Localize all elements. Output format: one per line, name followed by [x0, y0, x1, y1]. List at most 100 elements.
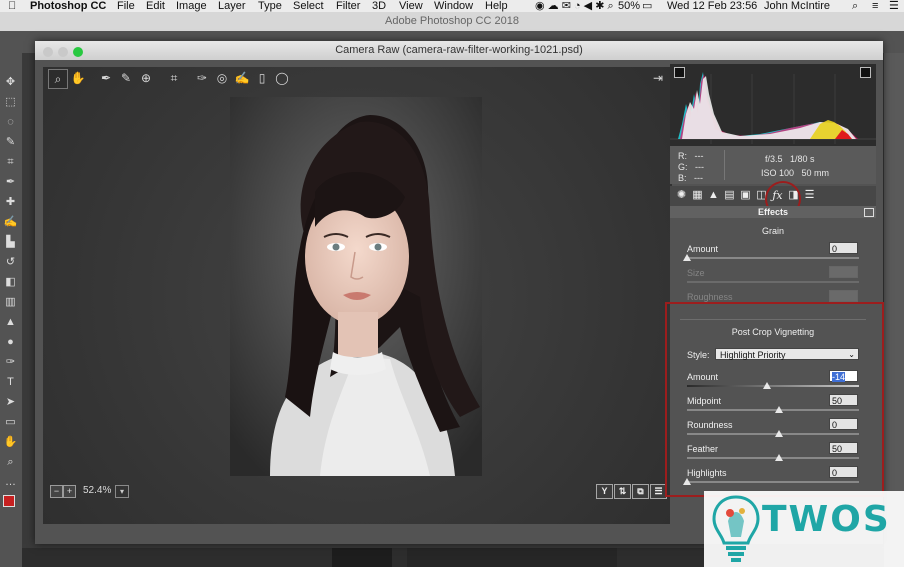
grain-size-field[interactable]: [829, 266, 858, 278]
type-tool-icon[interactable]: T: [3, 375, 18, 390]
menu-3d[interactable]: 3D: [372, 0, 386, 12]
grain-amount-thumb[interactable]: [683, 254, 691, 261]
macos-menubar:  Photoshop CC File Edit Image Layer Typ…: [0, 0, 904, 12]
white-balance-icon[interactable]: ✒: [97, 69, 115, 87]
shadow-clipping-toggle[interactable]: [674, 67, 685, 78]
iso: ISO 100: [761, 168, 795, 178]
quick-select-tool-icon[interactable]: ✎: [3, 135, 18, 150]
control-center-icon[interactable]: ≡: [872, 0, 878, 12]
portrait-photo: [230, 97, 482, 476]
hand-icon[interactable]: ✋: [69, 69, 87, 87]
r-label: R:: [678, 151, 687, 161]
clock[interactable]: Wed 12 Feb 23:56: [667, 0, 757, 12]
graduated-filter-icon[interactable]: ▯: [253, 69, 271, 87]
menu-help[interactable]: Help: [485, 0, 508, 12]
swap-settings-button[interactable]: ⇅: [614, 484, 631, 499]
red-eye-icon[interactable]: ◎: [213, 69, 231, 87]
menu-edit[interactable]: Edit: [146, 0, 165, 12]
minimize-button[interactable]: [58, 47, 68, 57]
zoom-tool-icon[interactable]: ⌕: [3, 455, 18, 470]
hand-tool-icon[interactable]: ✋: [3, 435, 18, 450]
grain-size-slider[interactable]: [687, 281, 859, 283]
stamp-tool-icon[interactable]: ▙: [3, 235, 18, 250]
marquee-tool-icon[interactable]: ⬚: [3, 95, 18, 110]
camera-raw-toolbar: ⌕ ✋ ✒ ✎ ⊕ ⌗ ✑ ◎ ✍ ▯ ◯ ⇥: [43, 66, 671, 90]
tab-basic-icon[interactable]: ✺: [675, 189, 688, 202]
menu-view[interactable]: View: [399, 0, 423, 12]
g-value: ---: [695, 162, 705, 172]
menu-filter[interactable]: Filter: [336, 0, 360, 12]
eyedropper-tool-icon[interactable]: ✒: [3, 175, 18, 190]
tab-presets-icon[interactable]: ☰: [803, 189, 816, 202]
pen-tool-icon[interactable]: ✑: [3, 355, 18, 370]
grain-amount-field[interactable]: 0: [829, 242, 858, 254]
shape-tool-icon[interactable]: ▭: [3, 415, 18, 430]
spot-removal-icon[interactable]: ✑: [193, 69, 211, 87]
preview-canvas[interactable]: [43, 67, 672, 524]
tab-detail-icon[interactable]: ▲: [707, 189, 720, 202]
search-icon[interactable]: ⌕: [852, 0, 858, 12]
adjustment-brush-icon[interactable]: ✍: [233, 69, 251, 87]
zoom-level: 52.4%: [83, 485, 112, 496]
zoom-dropdown[interactable]: ▾: [115, 485, 129, 498]
readout-separator: [724, 150, 725, 180]
lightbulb-logo-icon: [712, 495, 760, 562]
history-brush-tool-icon[interactable]: ↺: [3, 255, 18, 270]
zoom-button[interactable]: [73, 47, 83, 57]
rgb-readout: R: --- G: --- B: ---: [678, 151, 704, 184]
zoom-in-button[interactable]: +: [63, 485, 76, 498]
dodge-tool-icon[interactable]: ●: [3, 335, 18, 350]
grain-amount-slider[interactable]: [687, 257, 859, 259]
photoshop-title-bar: Adobe Photoshop CC 2018: [0, 12, 904, 31]
user-name[interactable]: John McIntire: [764, 0, 830, 12]
camera-info-2: ISO 100 50 mm: [761, 168, 829, 178]
color-sampler-icon[interactable]: ✎: [117, 69, 135, 87]
close-button[interactable]: [43, 47, 53, 57]
more-tools-icon[interactable]: …: [3, 475, 18, 490]
grain-section-title: Grain: [761, 226, 784, 236]
blur-tool-icon[interactable]: ▲: [3, 315, 18, 330]
histogram-graph: [670, 72, 876, 144]
menu-file[interactable]: File: [117, 0, 135, 12]
lasso-tool-icon[interactable]: ◌: [3, 115, 18, 130]
menu-image[interactable]: Image: [176, 0, 207, 12]
menu-select[interactable]: Select: [293, 0, 324, 12]
panel-menu-icon[interactable]: [864, 208, 874, 217]
move-tool-icon[interactable]: ✥: [3, 75, 18, 90]
r-value: ---: [694, 151, 704, 161]
photoshop-panel-dock: [884, 53, 904, 567]
tab-tone-curve-icon[interactable]: ▦: [691, 189, 704, 202]
copy-settings-button[interactable]: ⧉: [632, 484, 649, 499]
grain-roughness-field[interactable]: [829, 290, 858, 302]
menu-window[interactable]: Window: [434, 0, 473, 12]
battery-percent[interactable]: 50%: [618, 0, 640, 12]
highlight-clipping-toggle[interactable]: [860, 67, 871, 78]
targeted-adjust-icon[interactable]: ⊕: [137, 69, 155, 87]
open-preferences-icon[interactable]: ⇥: [649, 69, 667, 87]
path-select-tool-icon[interactable]: ➤: [3, 395, 18, 410]
tab-hsl-icon[interactable]: ▤: [723, 189, 736, 202]
apple-icon[interactable]: : [8, 0, 16, 12]
zoom-out-button[interactable]: −: [50, 485, 63, 498]
crop-icon[interactable]: ⌗: [165, 69, 183, 87]
app-menu[interactable]: Photoshop CC: [30, 0, 106, 12]
menu-type[interactable]: Type: [258, 0, 282, 12]
watermark-text: TWOS: [762, 499, 891, 540]
gradient-tool-icon[interactable]: ▥: [3, 295, 18, 310]
brush-tool-icon[interactable]: ✍: [3, 215, 18, 230]
radial-filter-icon[interactable]: ◯: [273, 69, 291, 87]
healing-tool-icon[interactable]: ✚: [3, 195, 18, 210]
crop-tool-icon[interactable]: ⌗: [3, 155, 18, 170]
camera-raw-title-bar: Camera Raw (camera-raw-filter-working-10…: [35, 41, 883, 60]
window-controls: [43, 45, 88, 64]
tab-split-toning-icon[interactable]: ▣: [739, 189, 752, 202]
menu-layer[interactable]: Layer: [218, 0, 246, 12]
foreground-color-swatch[interactable]: [3, 495, 15, 507]
before-after-toggle-button[interactable]: Y: [596, 484, 613, 499]
status-icons[interactable]: ◉ ☁ ✉ ◔ ◀ ✱ ⌕: [535, 0, 614, 12]
portrait-illustration: [230, 97, 482, 476]
zoom-icon[interactable]: ⌕: [48, 69, 68, 89]
eraser-tool-icon[interactable]: ◧: [3, 275, 18, 290]
document-strip: [332, 548, 392, 567]
notification-icon[interactable]: ☰: [889, 0, 899, 12]
